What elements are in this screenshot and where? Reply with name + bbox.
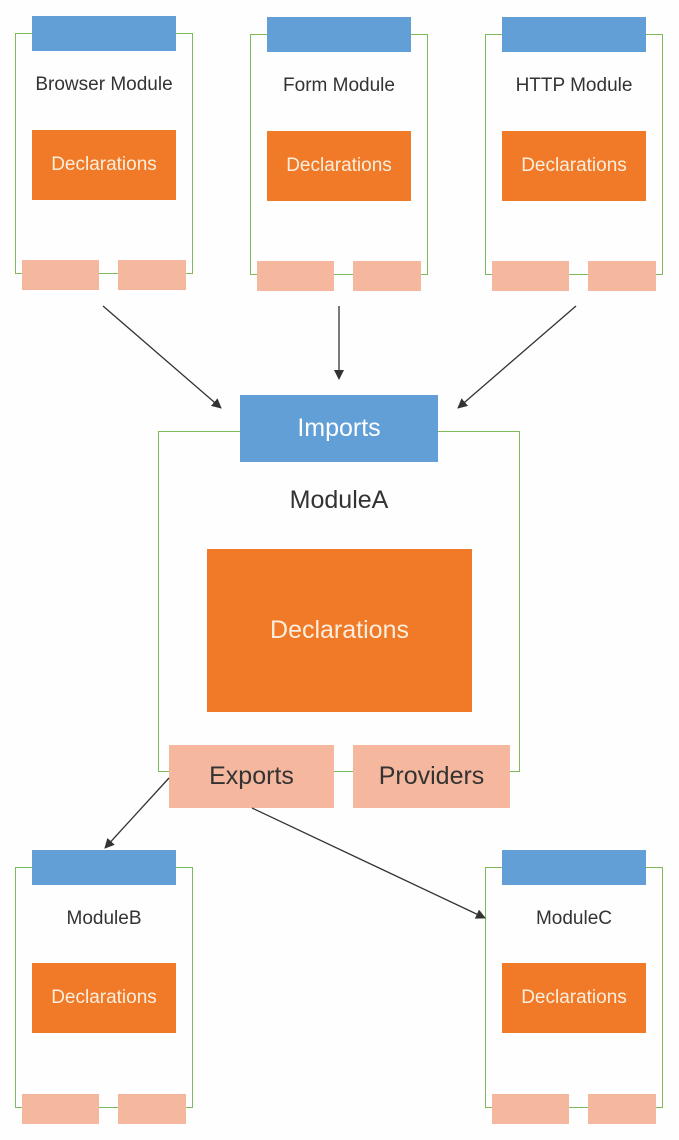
- arrow-browser-to-imports: [102, 305, 222, 409]
- arrow-http-to-imports: [457, 305, 577, 409]
- arrows-layer: [102, 305, 577, 919]
- arrow-exports-to-module-b: [104, 777, 170, 849]
- arrow-exports-to-module-c: [251, 807, 486, 919]
